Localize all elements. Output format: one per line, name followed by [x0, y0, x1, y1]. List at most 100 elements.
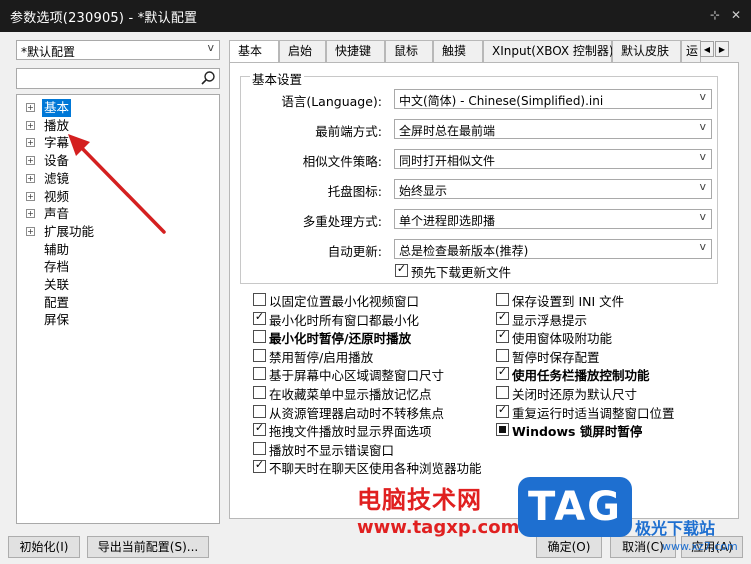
checkbox-box[interactable] — [496, 403, 509, 418]
expand-icon[interactable]: + — [26, 173, 35, 183]
tab-strip: 基本 启始 快捷键 鼠标 触摸 XInput(XBOX 控制器) 默认皮肤运 — [229, 40, 739, 63]
tree-item-label: 关联 — [44, 277, 70, 292]
setting-dropdown[interactable]: 中文(简体) - Chinese(Simplified).ini v — [394, 89, 712, 109]
title-bar: 参数选项(230905) - *默认配置 ⊹ ✕ — [0, 0, 751, 32]
expand-icon[interactable]: + — [26, 209, 35, 219]
option-label: 以固定位置最小化视频窗口 — [269, 294, 420, 309]
option-label: 保存设置到 INI 文件 — [512, 294, 625, 309]
checkbox-box[interactable] — [253, 386, 266, 399]
tree-item-label: 存档 — [44, 259, 70, 275]
expand-icon[interactable]: + — [26, 156, 35, 166]
tree-item[interactable]: 存档 — [17, 258, 217, 276]
checkbox-box[interactable] — [496, 293, 509, 306]
watermark-site-url: www.xz7.com — [662, 540, 738, 553]
setting-label: 语言(Language): — [281, 94, 382, 109]
setting-dropdown[interactable]: 总是检查最新版本(推荐) v — [394, 239, 712, 259]
setting-label: 多重处理方式: — [302, 214, 382, 229]
option-label: 关闭时还原为默认尺寸 — [512, 387, 638, 402]
tree-item[interactable]: 辅助 — [17, 241, 217, 259]
checkbox-box[interactable] — [496, 386, 509, 399]
checkbox-box[interactable] — [496, 310, 509, 325]
group-border-right — [717, 76, 718, 284]
checkbox-box[interactable] — [496, 365, 509, 381]
watermark-url: www.tagxp.com — [357, 517, 520, 538]
checkbox-box[interactable] — [253, 421, 266, 437]
option-label: 从资源管理器启动时不转移焦点 — [269, 405, 445, 421]
checkbox-box[interactable] — [253, 458, 266, 474]
tab[interactable]: 触摸 — [433, 40, 483, 62]
checkbox-box[interactable] — [253, 293, 266, 306]
expand-icon[interactable]: + — [26, 191, 35, 201]
export-config-button[interactable]: 导出当前配置(S)... — [87, 536, 209, 558]
setting-value: 始终显示 — [399, 184, 448, 198]
tab[interactable]: 默认皮肤 — [612, 40, 681, 62]
checkbox-box[interactable] — [253, 404, 266, 418]
option-label: 重复运行时适当调整窗口位置 — [512, 405, 675, 421]
search-input[interactable] — [16, 68, 220, 89]
tab-scroll-left-icon[interactable]: ◀ — [700, 41, 714, 57]
checkbox-box[interactable] — [253, 348, 266, 362]
checkbox-box[interactable] — [496, 348, 509, 362]
setting-value: 总是检查最新版本(推荐) — [399, 244, 529, 258]
option-label: 最小化时暂停/还原时播放 — [269, 331, 412, 347]
option-label: 拖拽文件播放时显示界面选项 — [269, 424, 432, 440]
setting-value: 同时打开相似文件 — [399, 154, 496, 168]
checkbox-box[interactable] — [253, 330, 266, 344]
setting-dropdown[interactable]: 单个进程即选即播 v — [394, 209, 712, 229]
setting-value: 单个进程即选即播 — [399, 214, 496, 228]
expand-icon[interactable]: + — [26, 226, 35, 236]
tree-item-label: 配置 — [44, 294, 70, 310]
chevron-down-icon: v — [699, 120, 706, 133]
watermark-site: 极光下载站 — [635, 519, 716, 538]
tab[interactable]: 运 — [681, 40, 701, 62]
checkbox-box[interactable] — [253, 441, 266, 455]
checkbox-box[interactable] — [496, 423, 509, 437]
option-label: 暂停时保存配置 — [512, 349, 600, 365]
setting-dropdown[interactable]: 始终显示 v — [394, 179, 712, 199]
setting-label: 相似文件策略: — [302, 154, 382, 169]
option-label: Windows 锁屏时暂停 — [512, 424, 643, 440]
chevron-down-icon: v — [699, 180, 706, 193]
expand-icon[interactable]: + — [26, 103, 35, 112]
tree-item-label: 基本 — [42, 99, 72, 117]
tree-item[interactable]: 屏保 — [17, 311, 217, 329]
ok-button[interactable]: 确定(O) — [536, 536, 602, 558]
checkbox-box[interactable] — [253, 310, 266, 325]
tree-item[interactable]: 配置 — [17, 294, 217, 312]
tree-item-label: 屏保 — [44, 312, 70, 328]
option-label: 不聊天时在聊天区使用各种浏览器功能 — [269, 461, 482, 477]
option-label: 禁用暂停/启用播放 — [269, 349, 374, 365]
chevron-down-icon: v — [699, 150, 706, 163]
search-icon[interactable] — [200, 70, 216, 86]
expand-icon[interactable]: + — [26, 120, 35, 130]
tab[interactable]: 基本 — [229, 40, 279, 63]
profile-dropdown[interactable]: *默认配置 v — [16, 40, 220, 60]
checkbox-box[interactable] — [496, 328, 509, 344]
tab[interactable]: 鼠标 — [385, 40, 433, 62]
checkbox-box[interactable] — [253, 367, 266, 381]
tab[interactable]: 快捷键 — [326, 40, 385, 62]
profile-value: *默认配置 — [21, 45, 76, 59]
pin-icon[interactable]: ⊹ — [706, 7, 724, 23]
close-icon[interactable]: ✕ — [727, 7, 745, 23]
option-label: 使用任务栏播放控制功能 — [512, 368, 650, 384]
setting-label: 最前端方式: — [315, 124, 382, 139]
setting-dropdown[interactable]: 全屏时总在最前端 v — [394, 119, 712, 139]
tab[interactable]: 启始 — [279, 40, 326, 62]
init-button[interactable]: 初始化(I) — [8, 536, 80, 558]
tree-item-label: 辅助 — [44, 241, 70, 257]
tree-item[interactable]: 关联 — [17, 276, 217, 294]
setting-value: 全屏时总在最前端 — [399, 124, 496, 138]
tab[interactable]: XInput(XBOX 控制器) — [483, 40, 614, 62]
tree-item[interactable]: + 基本 — [17, 99, 217, 117]
predownload-label: 预先下载更新文件 — [411, 265, 512, 280]
setting-label: 托盘图标: — [327, 184, 382, 199]
tab-scroll-right-icon[interactable]: ▶ — [715, 41, 729, 57]
expand-icon[interactable]: + — [26, 138, 35, 148]
option-label: 使用窗体吸附功能 — [512, 331, 613, 347]
option-label: 最小化时所有窗口都最小化 — [269, 312, 420, 328]
setting-dropdown[interactable]: 同时打开相似文件 v — [394, 149, 712, 169]
option-label: 在收藏菜单中显示播放记忆点 — [269, 387, 432, 402]
checkbox-box[interactable] — [395, 262, 408, 277]
group-border-top — [240, 76, 718, 77]
